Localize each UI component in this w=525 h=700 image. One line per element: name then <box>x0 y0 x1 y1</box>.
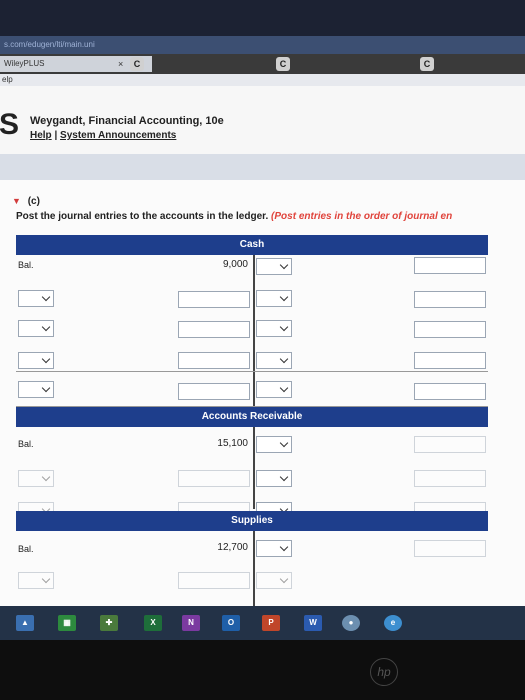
account-header-supplies: Supplies <box>16 511 488 531</box>
outlook-icon[interactable]: O <box>222 615 240 631</box>
balance-amount: 9,000 <box>222 259 248 270</box>
t-account-divider <box>253 427 255 509</box>
app-c-icon[interactable]: C <box>420 57 434 71</box>
chevron-down-icon <box>279 383 289 393</box>
account-header-accounts-receivable: Accounts Receivable <box>16 407 488 427</box>
debit-date-dropdown[interactable] <box>18 381 54 398</box>
chevron-down-icon <box>279 322 289 332</box>
triangle-down-icon: ▼ <box>12 196 21 206</box>
chevron-down-icon <box>279 574 289 584</box>
t-account-divider <box>253 255 255 431</box>
debit-date-dropdown[interactable] <box>18 572 54 589</box>
credit-date-dropdown[interactable] <box>256 381 292 398</box>
chevron-down-icon <box>279 260 289 270</box>
debit-amount-input[interactable] <box>178 383 250 400</box>
balance-amount: 12,700 <box>217 542 248 553</box>
chevron-down-icon <box>41 322 51 332</box>
store-icon[interactable]: ▦ <box>58 615 76 631</box>
page-header: S Weygandt, Financial Accounting, 10e He… <box>0 86 525 154</box>
screen: s.com/edugen/lti/main.uni WileyPLUS × C … <box>0 36 525 640</box>
credit-amount-input[interactable] <box>414 352 486 369</box>
credit-amount-input[interactable] <box>414 321 486 338</box>
t-account-divider <box>253 531 255 611</box>
chevron-down-icon <box>41 472 51 482</box>
close-icon[interactable]: × <box>118 56 123 72</box>
debit-date-dropdown[interactable] <box>18 470 54 487</box>
chevron-down-icon <box>279 542 289 552</box>
taskbar: ▲ ▦ ✚ X N O P W ● e <box>0 606 525 640</box>
account-header-cash: Cash <box>16 235 488 255</box>
help-row: elp <box>0 74 525 86</box>
powerpoint-icon[interactable]: P <box>262 615 280 631</box>
credit-date-dropdown[interactable] <box>256 320 292 337</box>
excel-icon[interactable]: X <box>144 615 162 631</box>
chevron-down-icon <box>41 354 51 364</box>
onenote-icon[interactable]: N <box>182 615 200 631</box>
link-separator: | <box>54 130 58 141</box>
part-label: (c) <box>27 196 40 207</box>
debit-amount-input[interactable] <box>178 572 250 589</box>
question-panel: ▼ (c) Post the journal entries to the ac… <box>0 180 525 611</box>
balance-label: Bal. <box>18 260 34 270</box>
chevron-down-icon <box>279 472 289 482</box>
debit-amount-input[interactable] <box>178 470 250 487</box>
credit-date-dropdown[interactable] <box>256 436 292 453</box>
chevron-down-icon <box>279 292 289 302</box>
logo: S <box>0 108 20 141</box>
debit-amount-input[interactable] <box>178 352 250 369</box>
credit-date-dropdown[interactable] <box>256 352 292 369</box>
browser-tab-strip: WileyPLUS × C C C <box>0 54 525 74</box>
chevron-down-icon <box>41 383 51 393</box>
page-title: Weygandt, Financial Accounting, 10e <box>30 115 224 127</box>
instruction-main: Post the journal entries to the accounts… <box>16 211 272 222</box>
balance-label: Bal. <box>18 439 34 449</box>
instruction-note: (Post entries in the order of journal en <box>271 211 453 222</box>
monitor-bezel-top <box>0 0 525 36</box>
app-c-icon[interactable]: C <box>276 57 290 71</box>
browser-chrome-icon[interactable]: ● <box>342 615 360 631</box>
chevron-down-icon <box>41 292 51 302</box>
credit-date-dropdown[interactable] <box>256 258 292 275</box>
credit-amount-input[interactable] <box>414 383 486 400</box>
internet-explorer-icon[interactable]: e <box>384 615 402 631</box>
credit-date-dropdown[interactable] <box>256 470 292 487</box>
debit-date-dropdown[interactable] <box>18 290 54 307</box>
instruction-text: Post the journal entries to the accounts… <box>16 211 452 222</box>
credit-date-dropdown[interactable] <box>256 540 292 557</box>
credit-amount-input[interactable] <box>414 257 486 274</box>
chevron-down-icon <box>41 574 51 584</box>
balance-label: Bal. <box>18 544 34 554</box>
credit-date-dropdown[interactable] <box>256 572 292 589</box>
game-icon[interactable]: ✚ <box>100 615 118 631</box>
credit-date-dropdown[interactable] <box>256 290 292 307</box>
header-band <box>0 154 525 180</box>
help-fragment[interactable]: elp <box>2 75 13 84</box>
credit-amount-input[interactable] <box>414 470 486 487</box>
credit-amount-input[interactable] <box>414 540 486 557</box>
chevron-down-icon <box>279 354 289 364</box>
app-c-icon[interactable]: C <box>130 57 144 71</box>
total-line <box>16 371 488 372</box>
part-toggle[interactable]: ▼ (c) <box>12 196 40 207</box>
help-link[interactable]: Help <box>30 130 52 141</box>
balance-amount: 15,100 <box>217 438 248 449</box>
hp-logo: hp <box>370 658 398 686</box>
header-links: Help | System Announcements <box>30 130 176 141</box>
tab-title: WileyPLUS <box>4 59 45 68</box>
monitor-bezel-bottom: hp <box>0 640 525 700</box>
announcements-link[interactable]: System Announcements <box>60 130 176 141</box>
credit-amount-input[interactable] <box>414 436 486 453</box>
chevron-down-icon <box>279 438 289 448</box>
credit-amount-input[interactable] <box>414 291 486 308</box>
address-bar[interactable]: s.com/edugen/lti/main.uni <box>0 36 525 54</box>
debit-date-dropdown[interactable] <box>18 352 54 369</box>
debit-amount-input[interactable] <box>178 291 250 308</box>
word-icon[interactable]: W <box>304 615 322 631</box>
debit-amount-input[interactable] <box>178 321 250 338</box>
start-icon[interactable]: ▲ <box>16 615 34 631</box>
debit-date-dropdown[interactable] <box>18 320 54 337</box>
